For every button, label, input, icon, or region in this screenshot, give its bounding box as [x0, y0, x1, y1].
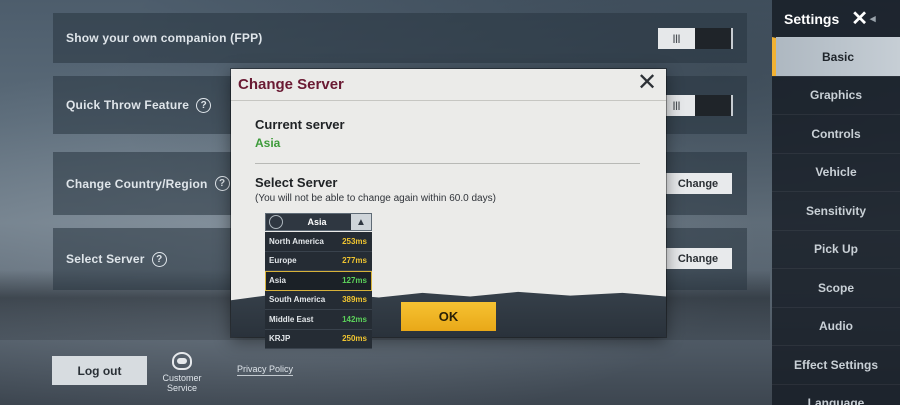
- select-server-note: (You will not be able to change again wi…: [255, 193, 496, 204]
- sidebar-item-audio[interactable]: Audio: [772, 306, 900, 346]
- server-option-south-america[interactable]: South America 389ms: [265, 290, 372, 310]
- server-option-name: South America: [269, 295, 326, 305]
- sidebar-item-controls[interactable]: Controls: [772, 114, 900, 153]
- sidebar-item-effect-settings[interactable]: Effect Settings: [772, 345, 900, 384]
- current-server-title: Current server: [255, 117, 345, 132]
- logout-button[interactable]: Log out: [52, 356, 147, 385]
- chevron-up-icon[interactable]: ▲: [351, 214, 371, 230]
- server-dropdown-selected: Asia: [307, 217, 327, 227]
- sidebar-item-graphics[interactable]: Graphics: [772, 75, 900, 115]
- toggle-off-segment: [695, 27, 733, 49]
- sidebar-item-vehicle[interactable]: Vehicle: [772, 152, 900, 192]
- row-label-show-companion: Show your own companion (FPP): [66, 31, 263, 45]
- select-server-title: Select Server: [255, 175, 338, 190]
- customer-service-button[interactable]: Customer Service: [150, 352, 214, 393]
- sidebar-item-scope[interactable]: Scope: [772, 268, 900, 307]
- help-icon[interactable]: ?: [214, 176, 230, 191]
- sidebar-item-basic[interactable]: Basic: [772, 37, 900, 76]
- settings-sidebar: Settings ✕ ◂ Basic Graphics Controls Veh…: [772, 0, 900, 405]
- toggle-on-segment: |||: [658, 27, 695, 49]
- server-option-name: Middle East: [269, 314, 314, 324]
- server-option-ping: 250ms: [342, 334, 367, 344]
- collapse-arrow-icon[interactable]: ◂: [870, 12, 876, 25]
- server-option-ping: 253ms: [342, 236, 367, 246]
- server-option-europe[interactable]: Europe 277ms: [265, 251, 372, 271]
- server-option-name: Europe: [269, 256, 297, 266]
- row-show-companion: Show your own companion (FPP) |||: [53, 13, 747, 63]
- ok-button[interactable]: OK: [401, 302, 496, 331]
- toggle-quick-throw[interactable]: |||: [658, 94, 733, 116]
- headset-icon: [172, 352, 192, 370]
- customer-service-label: Customer Service: [162, 373, 202, 393]
- globe-icon: [269, 215, 283, 229]
- sidebar-title: Settings: [784, 10, 840, 27]
- server-option-krjp[interactable]: KRJP 250ms: [265, 329, 372, 349]
- row-label-change-country: Change Country/Region: [66, 176, 208, 191]
- toggle-off-segment: [695, 94, 733, 116]
- sidebar-item-sensitivity[interactable]: Sensitivity: [772, 191, 900, 230]
- privacy-policy-link[interactable]: Privacy Policy: [237, 364, 294, 376]
- server-option-ping: 127ms: [342, 275, 367, 285]
- sidebar-header: Settings ✕ ◂: [772, 0, 900, 37]
- change-country-button[interactable]: Change: [664, 173, 732, 194]
- server-option-name: Asia: [269, 275, 286, 285]
- change-server-button[interactable]: Change: [664, 248, 732, 269]
- close-icon[interactable]: ✕: [851, 6, 868, 31]
- dialog-title: Change Server: [231, 69, 666, 101]
- row-label-quick-throw: Quick Throw Feature: [66, 98, 190, 112]
- sidebar-item-language[interactable]: Language: [772, 383, 900, 405]
- toggle-show-companion[interactable]: |||: [658, 27, 733, 49]
- help-icon[interactable]: ?: [196, 97, 212, 113]
- server-option-ping: 142ms: [342, 314, 367, 324]
- close-icon[interactable]: ✕: [635, 71, 659, 96]
- server-dropdown-list: North America 253ms Europe 277ms Asia 12…: [265, 232, 372, 349]
- server-option-ping: 389ms: [342, 295, 367, 305]
- server-dropdown[interactable]: Asia ▲: [265, 213, 372, 231]
- help-icon[interactable]: ?: [151, 251, 167, 267]
- server-option-name: North America: [269, 236, 324, 246]
- row-label-select-server: Select Server: [66, 252, 145, 266]
- server-option-middle-east[interactable]: Middle East 142ms: [265, 310, 372, 330]
- current-server-value: Asia: [255, 136, 281, 150]
- dialog-divider: [255, 163, 640, 164]
- sidebar-item-pick-up[interactable]: Pick Up: [772, 229, 900, 269]
- server-option-name: KRJP: [269, 334, 291, 344]
- server-option-asia[interactable]: Asia 127ms: [265, 271, 372, 291]
- server-option-north-america[interactable]: North America 253ms: [265, 232, 372, 252]
- server-option-ping: 277ms: [342, 256, 367, 266]
